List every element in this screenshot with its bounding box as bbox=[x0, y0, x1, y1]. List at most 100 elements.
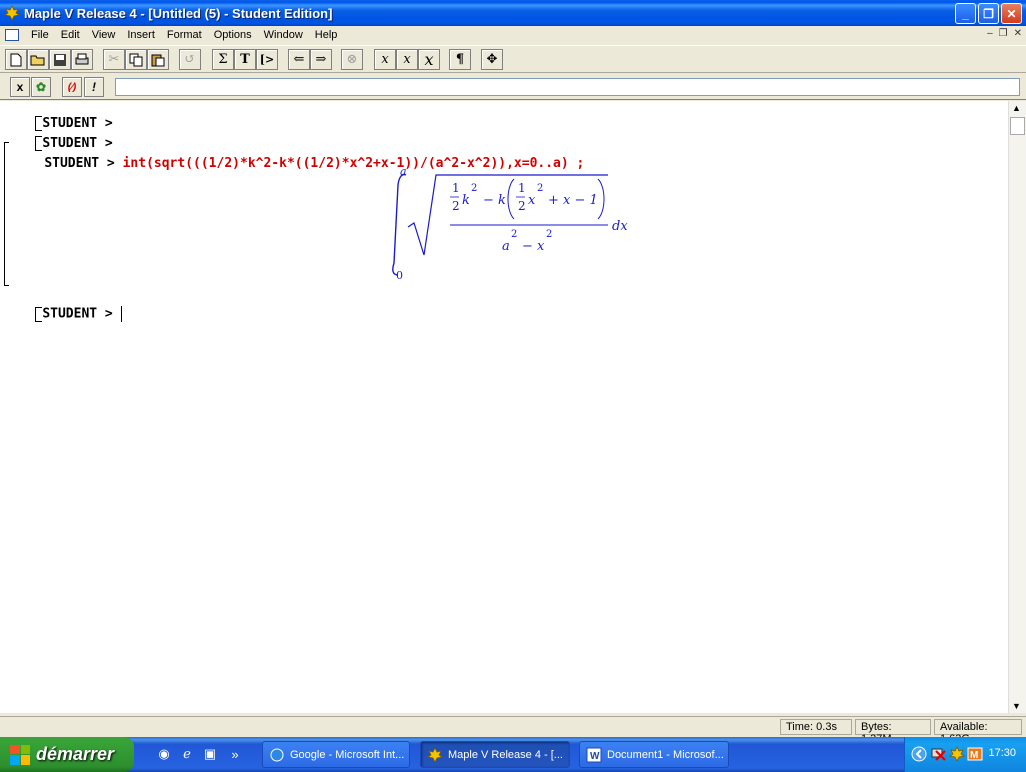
menu-view[interactable]: View bbox=[86, 29, 122, 41]
browser-quicklaunch-icon[interactable]: ◉ bbox=[155, 745, 173, 763]
maple-leaf-icon bbox=[426, 746, 444, 763]
text-cursor bbox=[120, 306, 122, 322]
scroll-down-icon[interactable]: ▼ bbox=[1012, 701, 1021, 711]
open-folder-icon[interactable] bbox=[27, 49, 49, 70]
cut-icon[interactable]: ✂ bbox=[103, 49, 125, 70]
expression-input[interactable] bbox=[115, 78, 1020, 96]
menu-help[interactable]: Help bbox=[309, 29, 344, 41]
x-large-button[interactable]: x bbox=[418, 49, 440, 70]
outdent-icon[interactable]: ⇐ bbox=[288, 49, 310, 70]
execute-button[interactable]: ! bbox=[84, 77, 104, 97]
dx-symbol: dx bbox=[612, 219, 628, 234]
worksheet[interactable]: STUDENT > STUDENT > STUDENT > int(sqrt((… bbox=[0, 101, 1008, 713]
scroll-thumb[interactable] bbox=[1010, 117, 1025, 135]
exponent: 2 bbox=[537, 183, 544, 194]
math-output: a 0 1 2 k 2 − k 1 2 x 2 + x − 1 a 2 − x … bbox=[380, 165, 640, 290]
half-denominator: 2 bbox=[452, 199, 460, 213]
menu-format[interactable]: Format bbox=[161, 29, 208, 41]
title-bar: Maple V Release 4 - [Untitled (5) - Stud… bbox=[0, 0, 1026, 26]
tray-expand-icon[interactable] bbox=[911, 746, 927, 762]
ie-quicklaunch-icon[interactable]: ℯ bbox=[178, 745, 196, 763]
ie-icon bbox=[269, 747, 285, 763]
k-symbol: k bbox=[462, 193, 470, 208]
indent-icon[interactable]: ⇒ bbox=[310, 49, 332, 70]
x-italic-button[interactable]: x bbox=[374, 49, 396, 70]
taskbar: démarrer ◉ ℯ ▣ » Google - Microsoft Int.… bbox=[0, 737, 1026, 772]
task-label: Maple V Release 4 - [... bbox=[448, 748, 563, 761]
stop-icon[interactable]: ⊗ bbox=[341, 49, 363, 70]
maple-leaf-icon[interactable] bbox=[3, 5, 21, 21]
x-symbol: x bbox=[528, 193, 536, 208]
paste-icon[interactable] bbox=[147, 49, 169, 70]
status-time: Time: 0.3s bbox=[780, 719, 852, 735]
system-tray: M 17:30 bbox=[904, 737, 1026, 772]
document-icon[interactable] bbox=[5, 29, 19, 41]
restore-button[interactable]: ❐ bbox=[978, 3, 999, 24]
worksheet-line[interactable]: STUDENT > bbox=[4, 291, 122, 337]
task-button[interactable]: W Document1 - Microsof... bbox=[579, 741, 729, 768]
task-label: Google - Microsoft Int... bbox=[290, 748, 405, 761]
media-quicklaunch-icon[interactable]: ▣ bbox=[201, 745, 219, 763]
menu-file[interactable]: File bbox=[25, 29, 55, 41]
undo-icon[interactable]: ↺ bbox=[179, 49, 201, 70]
upper-limit: a bbox=[400, 165, 407, 178]
windows-logo-icon bbox=[10, 744, 30, 765]
maple-leaf-button-icon[interactable]: ✿ bbox=[31, 77, 51, 97]
text-mode-button[interactable]: T bbox=[234, 49, 256, 70]
quicklaunch-more-button[interactable]: » bbox=[226, 745, 244, 763]
prompt-label: STUDENT > bbox=[42, 306, 113, 322]
menu-edit[interactable]: Edit bbox=[55, 29, 86, 41]
denominator-a: a bbox=[502, 239, 510, 254]
task-label: Document1 - Microsof... bbox=[607, 748, 724, 761]
doc-restore-icon[interactable]: ❐ bbox=[999, 28, 1008, 39]
svg-text:M: M bbox=[970, 750, 978, 761]
svg-text:W: W bbox=[590, 751, 600, 762]
half-numerator: 1 bbox=[518, 181, 526, 195]
print-icon[interactable] bbox=[71, 49, 93, 70]
menu-bar: File Edit View Insert Format Options Win… bbox=[0, 26, 1026, 44]
execution-group-bracket[interactable] bbox=[4, 142, 9, 286]
menu-window[interactable]: Window bbox=[258, 29, 309, 41]
start-label: démarrer bbox=[36, 744, 115, 764]
exponent: 2 bbox=[511, 229, 518, 240]
half-numerator: 1 bbox=[452, 181, 460, 195]
main-toolbar: ✂ ↺ Σ T [> ⇐ ⇒ ⊗ x x x ¶ ✥ bbox=[0, 45, 1026, 73]
mail-icon[interactable]: M bbox=[967, 746, 983, 762]
context-bar: x ✿ (∕) ! bbox=[0, 74, 1026, 100]
sigma-button[interactable]: Σ bbox=[212, 49, 234, 70]
task-button[interactable]: Google - Microsoft Int... bbox=[262, 741, 410, 768]
paragraph-button[interactable]: ¶ bbox=[449, 49, 471, 70]
insert-prompt-button[interactable]: [> bbox=[256, 49, 278, 70]
inert-function-icon[interactable]: (∕) bbox=[62, 77, 82, 97]
network-icon[interactable] bbox=[931, 746, 947, 762]
doc-minimize-icon[interactable]: ‒ bbox=[987, 28, 993, 39]
scroll-up-icon[interactable]: ▲ bbox=[1012, 103, 1021, 113]
window-title: Maple V Release 4 - [Untitled (5) - Stud… bbox=[24, 5, 333, 21]
copy-icon[interactable] bbox=[125, 49, 147, 70]
move-icon[interactable]: ✥ bbox=[481, 49, 503, 70]
menu-options[interactable]: Options bbox=[208, 29, 258, 41]
close-button[interactable]: ✕ bbox=[1001, 3, 1022, 24]
clock[interactable]: 17:30 bbox=[988, 747, 1016, 759]
doc-close-icon[interactable]: ✕ bbox=[1014, 28, 1022, 39]
status-available: Available: 1.63G bbox=[934, 719, 1022, 745]
tray-app-icon[interactable] bbox=[948, 746, 966, 762]
minus-k: − k bbox=[483, 193, 506, 208]
vertical-scrollbar[interactable]: ▲ ▼ bbox=[1008, 101, 1026, 713]
save-icon[interactable] bbox=[49, 49, 71, 70]
status-bytes: Bytes: 1.37M bbox=[855, 719, 931, 745]
task-button[interactable]: Maple V Release 4 - [... bbox=[420, 741, 570, 768]
status-bar: Time: 0.3s Bytes: 1.37M Available: 1.63G bbox=[0, 716, 1026, 745]
new-file-icon[interactable] bbox=[5, 49, 27, 70]
menu-insert[interactable]: Insert bbox=[121, 29, 161, 41]
denominator-minus-x: − x bbox=[522, 239, 545, 254]
word-icon: W bbox=[586, 747, 602, 763]
minimize-button[interactable]: _ bbox=[955, 3, 976, 24]
x-button[interactable]: x bbox=[10, 77, 30, 97]
half-denominator: 2 bbox=[518, 199, 526, 213]
exponent: 2 bbox=[546, 229, 553, 240]
start-button[interactable]: démarrer bbox=[0, 737, 134, 772]
exponent: 2 bbox=[471, 183, 478, 194]
x-italic-alt-button[interactable]: x bbox=[396, 49, 418, 70]
plus-x-minus-one: + x − 1 bbox=[548, 193, 598, 208]
